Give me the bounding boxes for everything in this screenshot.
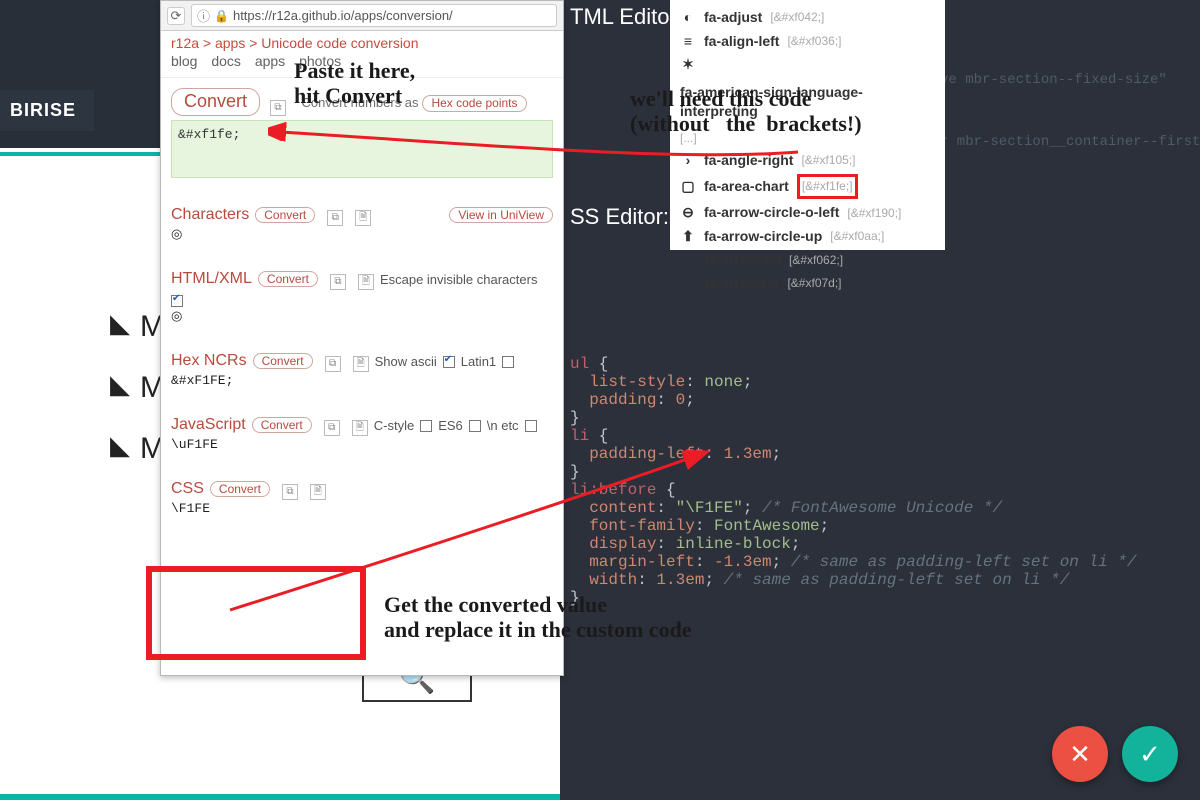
fa-name: fa-arrows-v [704, 274, 779, 294]
hexncr-convert-button[interactable]: Convert [253, 353, 313, 369]
htmlxml-convert-button[interactable]: Convert [258, 271, 318, 287]
confirm-button[interactable]: ✓ [1122, 726, 1178, 782]
fa-adjust-icon: ◐ [680, 8, 696, 28]
html-hint-2: r mbr-section__container--first" [940, 134, 1200, 150]
area-chart-icon: ◣ [110, 371, 130, 397]
js-convert-button[interactable]: Convert [252, 417, 312, 433]
fa-code: [&#xf105;] [801, 152, 855, 169]
characters-convert-button[interactable]: Convert [255, 207, 315, 223]
section-hexncr-title: Hex NCRs [171, 352, 247, 370]
fa-code: [&#xf0aa;] [830, 228, 884, 245]
latin1-checkbox[interactable] [502, 356, 514, 368]
fa-code: [&#xf042;] [770, 9, 824, 26]
copy-icon[interactable]: ⧉ [330, 274, 346, 290]
hexncr-value: &#xF1FE; [171, 373, 553, 388]
breadcrumb: r12a > apps > Unicode code conversion [171, 35, 553, 53]
area-chart-icon: ◣ [110, 310, 130, 336]
es6-label: ES6 [438, 418, 463, 433]
fa-name: fa-adjust [704, 8, 762, 28]
convert-button[interactable]: Convert [171, 88, 260, 116]
copy-icon[interactable]: ⧉ [327, 210, 343, 226]
cstyle-label: C-style [374, 418, 414, 433]
characters-value: ◎ [171, 227, 553, 242]
reload-button[interactable]: ⟳ [167, 7, 185, 25]
copy-icon[interactable]: ⧉ [325, 356, 341, 372]
show-ascii-label: Show ascii [375, 354, 437, 369]
fa-code: [&#xf036;] [787, 33, 841, 50]
section-js-title: JavaScript [171, 416, 246, 434]
cancel-button[interactable]: ✕ [1052, 726, 1108, 782]
arrow-css-to-content [220, 450, 720, 620]
fa-code: [&#xf190;] [847, 205, 901, 222]
tml-editor-label: TML Editor: [570, 4, 683, 30]
fa-row-fa-arrow-circle-up[interactable]: ⬆ fa-arrow-circle-up [&#xf0aa;] [680, 225, 935, 249]
ss-editor-label: SS Editor: [570, 204, 669, 230]
section-characters-title: Characters [171, 206, 249, 224]
fa-row-fa-arrow-circle-o-left[interactable]: ⊖ fa-arrow-circle-o-left [&#xf190;] [680, 201, 935, 225]
fa-code: [&#xf07d;] [787, 275, 841, 292]
fa-code: [&#xf062;] [789, 252, 843, 269]
netc-checkbox[interactable] [525, 420, 537, 432]
doc-icon[interactable]: 🗎 [352, 420, 368, 436]
fa-name: fa-align-left [704, 32, 779, 52]
fa-row-fa-adjust[interactable]: ◐ fa-adjust [&#xf042;] [680, 6, 935, 30]
fa-arrow-circle-up-icon: ⬆ [680, 227, 696, 247]
doc-icon[interactable]: 🗎 [355, 210, 371, 226]
fa-arrow-up-icon: ↑ [680, 250, 696, 270]
arrow-code-to-input [268, 122, 808, 162]
fa-code: [&#xf1fe;] [797, 174, 858, 199]
area-chart-icon: ◣ [110, 432, 130, 458]
fa-align-left-icon: ≡ [680, 32, 696, 52]
es6-checkbox[interactable] [469, 420, 481, 432]
fa-name: fa-arrow-circle-up [704, 227, 822, 247]
doc-icon[interactable]: 🗎 [353, 356, 369, 372]
fa-name: fa-arrow-up [704, 250, 781, 270]
section-css-title: CSS [171, 480, 204, 498]
escape-invisible-label: Escape invisible characters [380, 272, 538, 287]
section-htmlxml-title: HTML/XML [171, 270, 252, 288]
url-text: https://r12a.github.io/apps/conversion/ [233, 8, 453, 23]
editor-brand: BIRISE [0, 90, 94, 131]
fa-arrow-circle-o-left-icon: ⊖ [680, 203, 696, 223]
annotation-paste-here: Paste it here, hit Convert [294, 58, 415, 109]
fa-row-fa-align-left[interactable]: ≡ fa-align-left [&#xf036;] [680, 30, 935, 54]
lock-icon: 🔒 [214, 9, 229, 23]
fa-name: fa-arrow-circle-o-left [704, 203, 839, 223]
nav-docs[interactable]: docs [211, 53, 241, 69]
fa-row-fa-arrow-up[interactable]: ↑ fa-arrow-up [&#xf062;] [680, 248, 935, 272]
fa-row-fa-arrows-v[interactable]: ↕ fa-arrows-v [&#xf07d;] [680, 272, 935, 296]
fa-arrows-v-icon: ↕ [680, 274, 696, 294]
fa-american-sign-language-interpreting-icon: ✶ [680, 55, 696, 75]
view-uniview-button[interactable]: View in UniView [449, 207, 553, 223]
show-ascii-checkbox[interactable] [443, 356, 455, 368]
fa-area-chart-icon: ▢ [680, 177, 696, 197]
fa-name: fa-area-chart [704, 177, 789, 197]
copy-icon[interactable]: ⧉ [324, 420, 340, 436]
escape-invisible-checkbox[interactable] [171, 295, 183, 307]
hex-codepoints-pill[interactable]: Hex code points [422, 95, 526, 112]
address-bar: ⟳ ⓘ 🔒 https://r12a.github.io/apps/conver… [161, 1, 563, 31]
fa-row-fa-area-chart[interactable]: ▢ fa-area-chart [&#xf1fe;] [680, 172, 935, 201]
latin1-label: Latin1 [461, 354, 496, 369]
htmlxml-value: ◎ [171, 309, 553, 324]
cstyle-checkbox[interactable] [420, 420, 432, 432]
nav-apps[interactable]: apps [255, 53, 285, 69]
nav-blog[interactable]: blog [171, 53, 197, 69]
netc-label: \n etc [487, 418, 519, 433]
copy-icon[interactable]: ⧉ [270, 100, 286, 116]
url-input[interactable]: ⓘ 🔒 https://r12a.github.io/apps/conversi… [191, 4, 557, 27]
info-icon: ⓘ [197, 6, 210, 25]
html-hint-1: ve mbr-section--fixed-size" [940, 72, 1167, 88]
doc-icon[interactable]: 🗎 [358, 274, 374, 290]
